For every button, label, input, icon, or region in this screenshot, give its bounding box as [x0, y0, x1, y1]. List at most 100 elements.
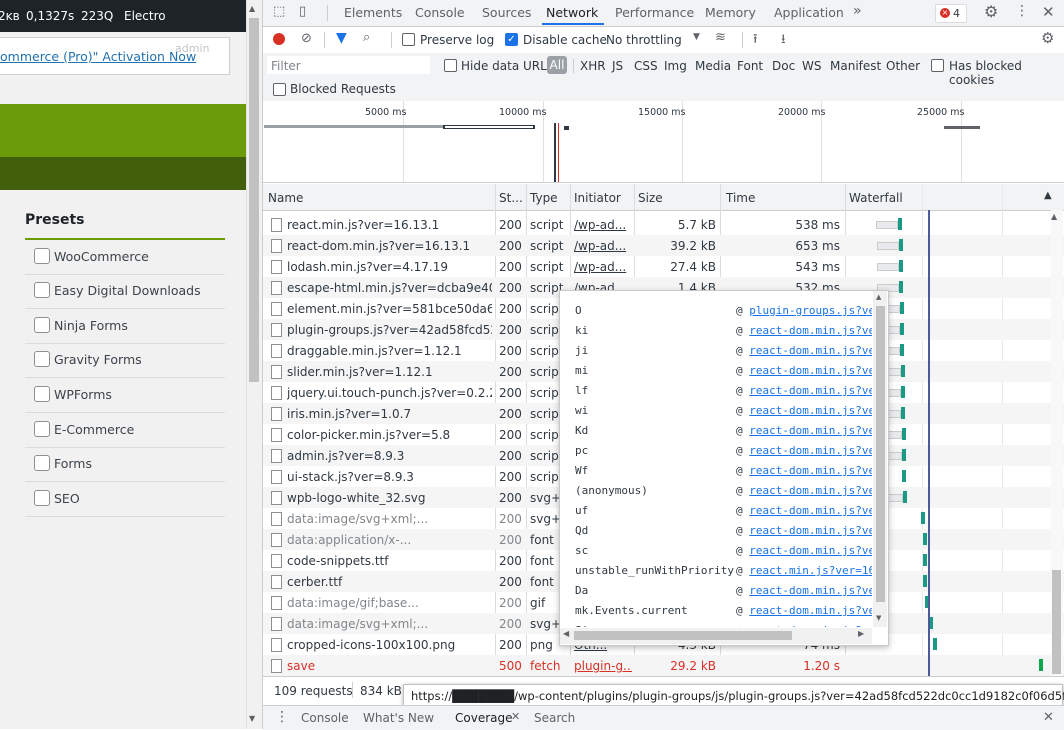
- request-initiator[interactable]: /wp-ad...: [574, 239, 632, 253]
- activation-link[interactable]: ommerce (Pro)" Activation Now: [0, 49, 196, 64]
- type-filter-img[interactable]: Img: [664, 59, 687, 73]
- tab-network[interactable]: Network: [546, 5, 598, 20]
- type-filter-xhr[interactable]: XHR: [580, 59, 606, 73]
- type-filter-manifest[interactable]: Manifest: [830, 59, 881, 73]
- has-blocked-cookies-checkbox[interactable]: [931, 59, 944, 72]
- type-filter-font[interactable]: Font: [737, 59, 763, 73]
- inspect-element-icon[interactable]: ⬚: [273, 4, 285, 19]
- type-filter-all[interactable]: All: [547, 56, 567, 74]
- table-row[interactable]: save 500 fetch plugin-g... 29.2 kB 1.20 s: [263, 655, 1064, 676]
- preset-checkbox[interactable]: [34, 386, 50, 402]
- request-initiator[interactable]: /wp-ad...: [574, 260, 632, 274]
- preset-checkbox[interactable]: [34, 317, 50, 333]
- preset-item[interactable]: SEO: [25, 482, 225, 517]
- filter-input[interactable]: Filter: [267, 56, 430, 74]
- scroll-up-arrow-icon[interactable]: ▲: [249, 4, 255, 13]
- stack-source-link[interactable]: react.min.js?ver=16: [749, 564, 872, 577]
- import-har-icon[interactable]: ⭱: [753, 30, 758, 52]
- stack-source-link[interactable]: react-dom.min.js?ve: [749, 524, 872, 537]
- tab-memory[interactable]: Memory: [705, 5, 756, 20]
- scroll-left-arrow-icon[interactable]: ◀: [563, 629, 569, 638]
- preset-item[interactable]: Gravity Forms: [25, 343, 225, 378]
- scroll-down-arrow-icon[interactable]: ▼: [249, 714, 255, 723]
- export-har-icon[interactable]: ⭳: [781, 30, 786, 52]
- preset-checkbox[interactable]: [34, 455, 50, 471]
- admin-bar-item[interactable]: Electro: [124, 9, 166, 23]
- preset-item[interactable]: Easy Digital Downloads: [25, 274, 225, 309]
- preserve-log-checkbox[interactable]: [402, 33, 415, 46]
- blocked-requests-checkbox[interactable]: [273, 83, 286, 96]
- stack-source-link[interactable]: react-dom.min.js?ve: [749, 404, 872, 417]
- preset-item[interactable]: WooCommerce: [25, 240, 225, 275]
- clear-icon[interactable]: ⊘: [301, 31, 312, 46]
- preset-item[interactable]: WPForms: [25, 378, 225, 413]
- column-time[interactable]: Time: [726, 191, 755, 205]
- drawer-tab-console[interactable]: Console: [301, 711, 349, 725]
- sort-arrow-icon[interactable]: ▲: [1044, 190, 1052, 201]
- column-waterfall[interactable]: Waterfall: [849, 191, 903, 205]
- filter-funnel-icon[interactable]: ▼: [336, 30, 347, 46]
- drawer-menu-icon[interactable]: ⋮: [275, 709, 289, 725]
- drawer-tab-whats-new[interactable]: What's New: [363, 711, 434, 725]
- scroll-up-arrow-icon[interactable]: ▲: [876, 293, 881, 301]
- stack-source-link[interactable]: plugin-groups.js?ve: [749, 304, 872, 317]
- table-row[interactable]: lodash.min.js?ver=4.17.19 200 script/wp-ad…: [263, 256, 1064, 277]
- column-type[interactable]: Type: [530, 191, 558, 205]
- device-toolbar-icon[interactable]: ▯: [299, 4, 306, 19]
- error-counter[interactable]: × 4: [935, 4, 967, 23]
- stack-source-link[interactable]: react-dom.min.js?ve: [749, 584, 872, 597]
- table-row[interactable]: react.min.js?ver=16.13.1 200 script/wp-ad.…: [263, 214, 1064, 235]
- stack-source-link[interactable]: react-dom.min.js?ve: [749, 484, 872, 497]
- request-initiator[interactable]: /wp-ad...: [574, 218, 632, 232]
- type-filter-ws[interactable]: WS: [802, 59, 821, 73]
- column-initiator[interactable]: Initiator: [574, 191, 621, 205]
- stack-source-link[interactable]: react-dom.min.js?ve: [749, 424, 872, 437]
- hide-data-urls-checkbox[interactable]: [444, 59, 457, 72]
- preset-checkbox[interactable]: [34, 248, 50, 264]
- drawer-tab-search[interactable]: Search: [534, 711, 575, 725]
- stack-source-link[interactable]: react-dom.min.js?ve: [749, 624, 872, 627]
- preset-item[interactable]: E-Commerce: [25, 413, 225, 448]
- type-filter-doc[interactable]: Doc: [772, 59, 795, 73]
- network-settings-gear-icon[interactable]: ⚙: [1041, 29, 1054, 47]
- popup-h-scrollbar-thumb[interactable]: [574, 631, 792, 640]
- scroll-down-arrow-icon[interactable]: ▼: [876, 614, 881, 622]
- column-size[interactable]: Size: [638, 191, 663, 205]
- type-filter-css[interactable]: CSS: [634, 59, 658, 73]
- type-filter-other[interactable]: Other: [886, 59, 920, 73]
- network-conditions-icon[interactable]: ≋: [715, 30, 726, 45]
- preset-checkbox[interactable]: [34, 421, 50, 437]
- preset-checkbox[interactable]: [34, 490, 50, 506]
- column-status[interactable]: St...: [499, 191, 523, 205]
- stack-source-link[interactable]: react-dom.min.js?ve: [749, 344, 872, 357]
- dropdown-arrow-icon[interactable]: ▼: [693, 32, 700, 42]
- stack-source-link[interactable]: react-dom.min.js?ve: [749, 504, 872, 517]
- close-drawer-icon[interactable]: ✕: [1043, 710, 1054, 725]
- stack-source-link[interactable]: react-dom.min.js?ve: [749, 604, 872, 617]
- request-initiator[interactable]: plugin-g...: [574, 659, 632, 673]
- throttling-select[interactable]: No throttling: [606, 33, 682, 47]
- page-scrollbar-thumb[interactable]: [249, 18, 259, 382]
- stack-source-link[interactable]: react-dom.min.js?ve: [749, 444, 872, 457]
- stack-source-link[interactable]: react-dom.min.js?ve: [749, 544, 872, 557]
- table-scrollbar-thumb[interactable]: [1052, 570, 1061, 674]
- stack-source-link[interactable]: react-dom.min.js?ve: [749, 364, 872, 377]
- table-row[interactable]: react-dom.min.js?ver=16.13.1 200 script/wp…: [263, 235, 1064, 256]
- close-coverage-icon[interactable]: ✕: [511, 710, 520, 723]
- column-name[interactable]: Name: [268, 191, 303, 205]
- stack-source-link[interactable]: react-dom.min.js?ve: [749, 384, 872, 397]
- record-icon[interactable]: [273, 33, 285, 45]
- tab-sources[interactable]: Sources: [482, 5, 531, 20]
- settings-gear-icon[interactable]: ⚙: [984, 2, 998, 21]
- kebab-menu-icon[interactable]: ⋮: [1015, 3, 1029, 19]
- preset-item[interactable]: Ninja Forms: [25, 309, 225, 344]
- tab-console[interactable]: Console: [415, 5, 465, 20]
- tab-elements[interactable]: Elements: [344, 5, 402, 20]
- type-filter-media[interactable]: Media: [695, 59, 731, 73]
- type-filter-js[interactable]: JS: [612, 59, 623, 73]
- stack-source-link[interactable]: react-dom.min.js?ve: [749, 324, 872, 337]
- search-icon[interactable]: ⌕: [363, 30, 370, 45]
- network-overview[interactable]: 5000 ms 10000 ms 15000 ms 20000 ms 25000…: [263, 101, 1064, 183]
- preset-item[interactable]: Forms: [25, 447, 225, 482]
- drawer-tab-coverage[interactable]: Coverage: [455, 711, 513, 725]
